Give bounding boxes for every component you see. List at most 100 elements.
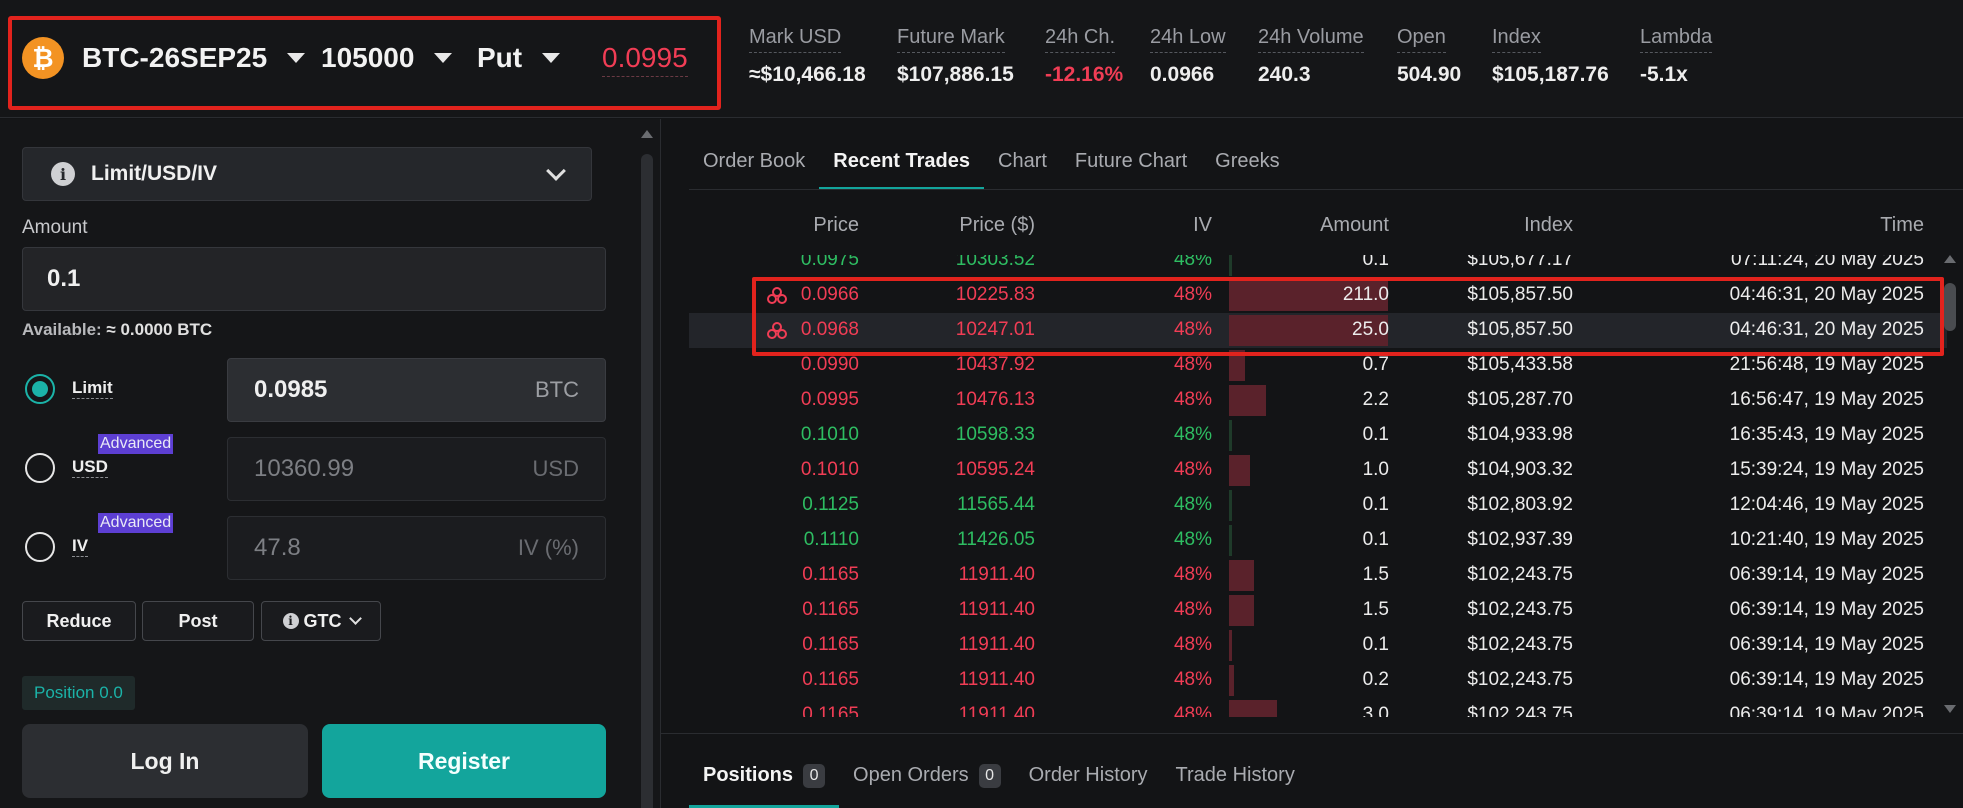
trade-time: 16:56:47, 19 May 2025 [1729, 389, 1924, 410]
amount-bar [1229, 700, 1277, 717]
trade-iv: 48% [1173, 564, 1212, 585]
trade-index: $104,903.32 [1467, 459, 1573, 480]
scroll-up-icon[interactable] [1944, 255, 1956, 263]
iv-input[interactable]: 47.8 IV (%) [227, 516, 606, 580]
trade-index: $102,803.92 [1467, 494, 1573, 515]
tab-greeks[interactable]: Greeks [1201, 140, 1293, 190]
trade-price-usd: 11911.40 [958, 704, 1035, 717]
instrument-header: ₿ BTC-26SEP25 105000 Put 0.0995 Mark USD… [0, 0, 1963, 118]
tab-order-book[interactable]: Order Book [689, 140, 819, 190]
iv-radio[interactable] [25, 532, 55, 562]
amount-input[interactable]: 0.1 [22, 247, 606, 311]
tab-future-chart[interactable]: Future Chart [1061, 140, 1201, 190]
tab-order-history[interactable]: Order History [1015, 760, 1162, 808]
table-row: 0.1165 11911.40 48% 3.0 $102,243.75 06:39:14,… [689, 698, 1947, 717]
trade-price-usd: 11426.05 [957, 529, 1035, 550]
position-badge: Position 0.0 [22, 676, 135, 710]
limit-price-unit: BTC [535, 377, 579, 402]
tab-label: Open Orders [853, 764, 969, 786]
limit-radio[interactable] [25, 374, 55, 404]
trades-scrollbar[interactable] [1944, 255, 1956, 715]
usd-price-input[interactable]: 10360.99 USD [227, 437, 606, 501]
trade-iv: 48% [1173, 354, 1212, 375]
trade-amount: 2.2 [1362, 389, 1389, 410]
trade-index: $102,243.75 [1467, 704, 1573, 717]
scrollbar-thumb[interactable] [641, 154, 653, 808]
table-row: 0.1165 11911.40 48% 0.2 $102,243.75 06:39:14,… [689, 663, 1947, 698]
time-in-force-dropdown[interactable]: i GTC [261, 601, 381, 641]
stat-24h-low: 24h Low 0.0966 [1150, 26, 1226, 87]
trade-time: 06:39:14, 19 May 2025 [1729, 704, 1924, 717]
trade-amount: 3.0 [1362, 704, 1389, 717]
post-button[interactable]: Post [142, 601, 254, 641]
amount-bar [1229, 490, 1232, 521]
amount-bar [1229, 560, 1254, 591]
stat-open-interest: Open 504.90 [1397, 26, 1461, 87]
trade-time: 06:39:14, 19 May 2025 [1729, 599, 1924, 620]
trade-price: 0.0990 [800, 354, 859, 375]
available-balance: Available: ≈ 0.0000 BTC [22, 320, 212, 340]
tif-label: GTC [303, 610, 342, 631]
stat-24h-change: 24h Ch. -12.16% [1045, 26, 1123, 87]
limit-label: Limit [72, 378, 113, 399]
trade-price-usd: 11911.40 [958, 564, 1035, 585]
trade-iv: 48% [1173, 634, 1212, 655]
trade-iv: 48% [1173, 529, 1212, 550]
trade-iv: 48% [1173, 599, 1212, 620]
register-button[interactable]: Register [322, 724, 606, 798]
stat-index: Index $105,187.76 [1492, 26, 1609, 87]
trade-price: 0.1165 [802, 564, 859, 585]
reduce-button[interactable]: Reduce [22, 601, 136, 641]
trade-amount: 0.1 [1362, 424, 1389, 445]
column-header-iv: IV [1193, 214, 1212, 236]
tab-trade-history[interactable]: Trade History [1162, 760, 1309, 808]
trade-iv: 48% [1173, 494, 1212, 515]
stat-label: Future Mark [897, 26, 1005, 53]
available-label: Available: [22, 320, 102, 339]
stat-value: $107,886.15 [897, 63, 1014, 86]
trade-price: 0.1165 [802, 704, 859, 717]
limit-price-value: 0.0985 [254, 376, 328, 403]
trade-index: $102,243.75 [1467, 564, 1573, 585]
limit-price-input[interactable]: 0.0985 BTC [227, 358, 606, 422]
trade-amount: 0.2 [1362, 669, 1389, 690]
order-form-scrollbar[interactable] [641, 130, 653, 808]
trade-price-usd: 11911.40 [958, 599, 1035, 620]
trade-price-usd: 11565.44 [957, 494, 1035, 515]
trade-time: 16:35:43, 19 May 2025 [1729, 424, 1924, 445]
amount-bar [1229, 385, 1266, 416]
scroll-up-icon[interactable] [641, 130, 653, 138]
trade-price: 0.0995 [800, 389, 859, 410]
trade-price-usd: 11911.40 [958, 634, 1035, 655]
trade-price: 0.1010 [800, 459, 859, 480]
login-button[interactable]: Log In [22, 724, 308, 798]
tab-chart[interactable]: Chart [984, 140, 1061, 190]
account-tabs: Positions 0 Open Orders 0 Order History … [689, 760, 1309, 808]
tab-recent-trades[interactable]: Recent Trades [819, 140, 984, 190]
trade-index: $104,933.98 [1467, 424, 1573, 445]
stat-label: Lambda [1640, 26, 1713, 53]
stat-value: 504.90 [1397, 63, 1462, 86]
panel-divider [660, 119, 661, 808]
trade-time: 15:39:24, 19 May 2025 [1729, 459, 1924, 480]
iv-value: 47.8 [254, 534, 301, 561]
tabs-divider [689, 189, 1963, 190]
positions-count: 0 [803, 764, 826, 788]
usd-radio[interactable] [25, 453, 55, 483]
trade-price: 0.1010 [800, 424, 859, 445]
trade-iv: 48% [1173, 704, 1212, 717]
amount-bar [1229, 255, 1232, 276]
order-type-dropdown[interactable]: i Limit/USD/IV [22, 147, 592, 201]
info-icon: i [282, 613, 299, 629]
tab-positions[interactable]: Positions 0 [689, 760, 840, 808]
trade-amount: 0.1 [1362, 255, 1389, 270]
available-value: ≈ 0.0000 BTC [106, 320, 213, 339]
scroll-down-icon[interactable] [1944, 705, 1956, 713]
scrollbar-thumb[interactable] [1944, 283, 1956, 331]
trade-price-usd: 10437.92 [955, 354, 1035, 375]
trade-amount: 1.5 [1362, 564, 1389, 585]
trade-index: $102,243.75 [1467, 634, 1573, 655]
column-header-time: Time [1880, 214, 1924, 236]
stat-value: $105,187.76 [1492, 63, 1609, 86]
tab-open-orders[interactable]: Open Orders 0 [839, 760, 1015, 808]
